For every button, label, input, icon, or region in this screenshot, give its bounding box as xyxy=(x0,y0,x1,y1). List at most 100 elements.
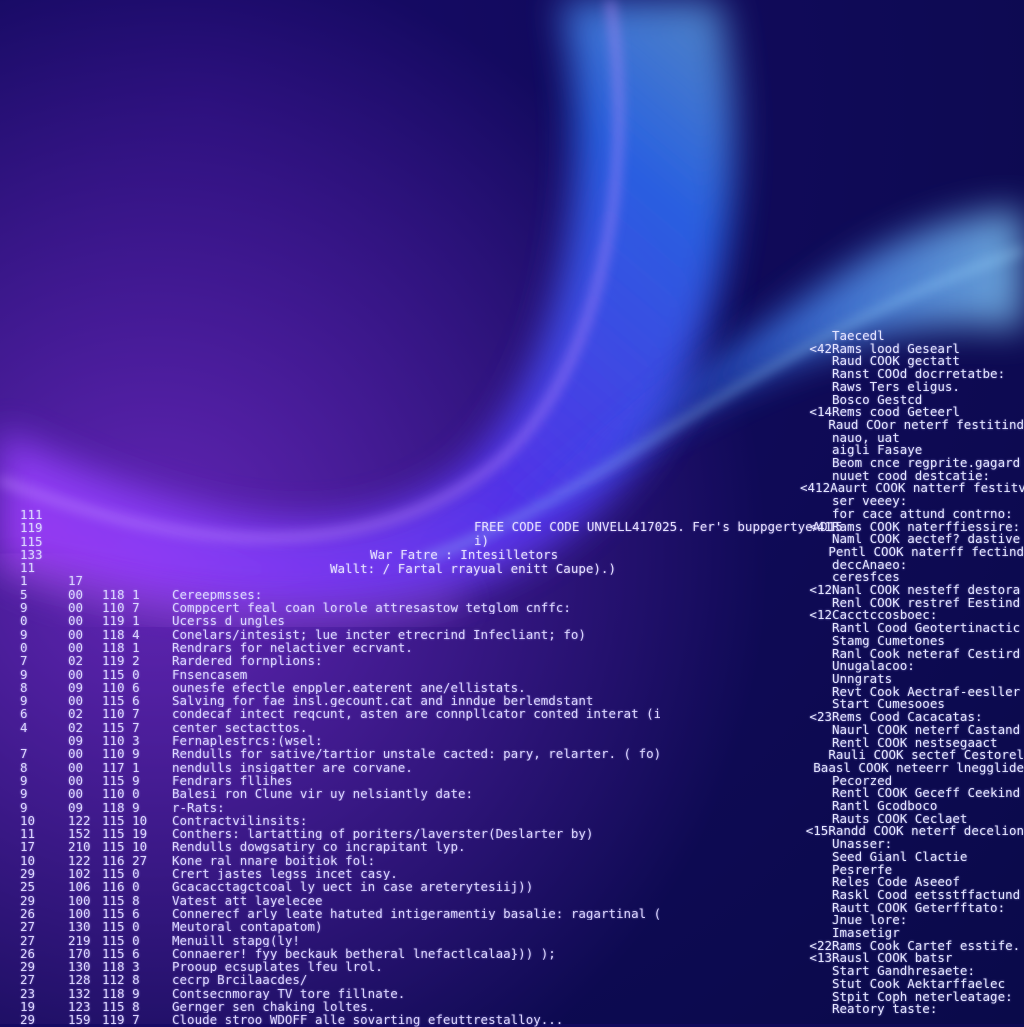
log-col-2: 122 xyxy=(68,852,91,868)
log-col-3 xyxy=(102,561,172,574)
log-text: Cereepmsses: xyxy=(172,587,263,602)
log-text: Salving for fae insl.gecount.cat and inn… xyxy=(172,694,594,708)
log-col-2 xyxy=(68,548,102,561)
log-row: 27 130 115 0 Meutoral contapatom) xyxy=(20,919,660,935)
right-log-number xyxy=(800,622,832,635)
log-col-3: 115 6 xyxy=(102,905,140,921)
log-col-1: 1 xyxy=(20,573,28,589)
log-text: Prooup ecsuplates lfeu lrol. xyxy=(172,960,383,974)
log-col-1: 9 xyxy=(20,799,28,815)
right-log-number: <15 xyxy=(805,823,829,839)
log-text: ounesfe efectle enppler.eaterent ane/ell… xyxy=(172,680,526,695)
log-col-2: 210 xyxy=(68,839,91,855)
log-text: cecrp Brcilaacdes/ xyxy=(172,973,308,987)
log-row: 5 00 118 1 Cereepmsses: xyxy=(20,586,660,602)
log-row: 27 128 112 8 cecrp Brcilaacdes/ xyxy=(20,973,660,987)
log-row: 9 00 110 7 Comppcert feal coan lorole attre… xyxy=(20,600,660,616)
log-row: 111 xyxy=(20,508,660,522)
right-log-number xyxy=(800,660,832,673)
log-row: 119 xyxy=(20,521,660,535)
log-text: r-Rats: xyxy=(172,800,225,814)
log-text: Vatest att layelecee xyxy=(172,893,323,907)
log-text: nendulls insigatter are corvane. xyxy=(172,760,413,774)
log-col-2: 00 xyxy=(68,786,84,802)
log-col-1: 29 xyxy=(20,1012,36,1027)
log-col-2: 122 xyxy=(68,812,91,828)
log-col-3: 118 9 xyxy=(102,985,140,1001)
log-row: 0 00 118 1 Rendrars for nelactiver ecrvant. xyxy=(20,639,660,655)
log-col-3 xyxy=(102,574,172,587)
log-row: 9 00 118 4 Conelars/intesist; lue incter et… xyxy=(20,626,660,642)
log-col-2 xyxy=(68,508,102,521)
right-log-number xyxy=(800,432,832,445)
right-log-number xyxy=(800,635,832,648)
log-col-3: 110 9 xyxy=(102,746,140,762)
log-col-1: 23 xyxy=(20,985,36,1001)
log-col-3: 115 8 xyxy=(102,998,140,1014)
log-col-3: 110 0 xyxy=(102,786,140,802)
log-col-3: 115 6 xyxy=(102,693,140,709)
log-row: 9 00 115 6 Salving for fae insl.gecount.cat… xyxy=(20,693,660,709)
log-text: Connaerer! fyy beckauk betheral lnefactl… xyxy=(172,946,556,961)
log-text: Connerecf arly leate hatuted intigeramen… xyxy=(172,906,660,921)
log-text: Crert jastes legss incet casy. xyxy=(172,867,398,881)
log-col-3: 110 6 xyxy=(102,679,140,695)
log-col-3: 118 4 xyxy=(102,626,140,642)
log-col-1: 10 xyxy=(20,812,36,828)
log-row: 09 110 3 Fernaplestrcs:(wsel: xyxy=(20,733,660,749)
log-text: Contractvilinsits: xyxy=(172,813,308,828)
log-text: Kone ral nnare boitiok fol: xyxy=(172,853,376,868)
log-col-1: 7 xyxy=(20,653,28,669)
log-col-1: 9 xyxy=(20,786,28,802)
log-row: 10 122 116 27 Kone ral nnare boitiok fol: xyxy=(20,852,660,868)
log-col-1: 27 xyxy=(20,932,36,948)
log-row: 29 130 118 3 Prooup ecsuplates lfeu lrol. xyxy=(20,959,660,975)
log-col-2: 102 xyxy=(68,866,91,882)
log-col-1: 9 xyxy=(20,600,28,616)
log-col-2: 123 xyxy=(68,998,91,1014)
log-col-2: 00 xyxy=(68,639,84,655)
right-log-number xyxy=(800,457,832,470)
log-col-3: 118 1 xyxy=(102,586,140,602)
log-col-3: 119 1 xyxy=(102,613,140,629)
log-row: 29 159 119 7 Cloude stroo WDOFF alle sovart… xyxy=(20,1012,660,1027)
right-log-number: <41 xyxy=(809,518,832,534)
log-col-2: 02 xyxy=(68,706,84,722)
log-col-3: 115 7 xyxy=(102,719,140,735)
right-log-number xyxy=(800,889,832,902)
log-row: 9 00 110 0 Balesi ron Clune vir uy nelsiant… xyxy=(20,786,660,802)
log-row: 23 132 118 9 Contsecnmoray TV tore fillnate… xyxy=(20,985,660,1001)
log-col-2 xyxy=(68,561,102,574)
log-col-2: 159 xyxy=(68,1012,91,1027)
log-row: 25 106 116 0 Gcacacctagctcoal ly uect in ca… xyxy=(20,879,660,895)
right-log-number xyxy=(800,978,832,991)
log-col-3: 118 3 xyxy=(102,959,140,975)
log-col-3: 115 8 xyxy=(102,892,140,908)
log-col-1: 26 xyxy=(20,905,36,921)
right-log-number xyxy=(800,775,832,788)
log-col-3: 110 3 xyxy=(102,733,140,749)
log-row: 9 00 115 9 Fendrars fllihes xyxy=(20,774,660,788)
log-col-2: 130 xyxy=(68,959,91,975)
right-log-number xyxy=(800,864,832,877)
log-col-1: 25 xyxy=(20,879,36,895)
log-col-3: 115 10 xyxy=(102,839,148,855)
log-col-1: 133 xyxy=(20,546,43,562)
log-col-2: 00 xyxy=(68,586,84,602)
log-row: 7 00 110 9 Rendulls for sative/tartior unst… xyxy=(20,746,660,762)
log-text: Gcacacctagctcoal ly uect in case aretery… xyxy=(172,880,534,894)
log-col-2: 106 xyxy=(68,879,91,895)
log-text: Meutoral contapatom) xyxy=(172,920,323,934)
right-log-number xyxy=(800,495,832,508)
log-col-3: 115 10 xyxy=(102,812,148,828)
log-text: Rendulls dowgsatiry co incrapitant lyp. xyxy=(172,840,466,854)
log-col-2: 00 xyxy=(68,746,84,762)
log-col-1: 11 xyxy=(20,560,36,576)
log-text: Rendrars for nelactiver ecrvant. xyxy=(172,640,413,655)
log-row: 7 02 119 2 Rardered fornplions: xyxy=(20,653,660,669)
right-log-number: <12 xyxy=(809,607,832,623)
log-col-2 xyxy=(68,521,102,534)
log-col-3: 115 0 xyxy=(102,919,140,935)
